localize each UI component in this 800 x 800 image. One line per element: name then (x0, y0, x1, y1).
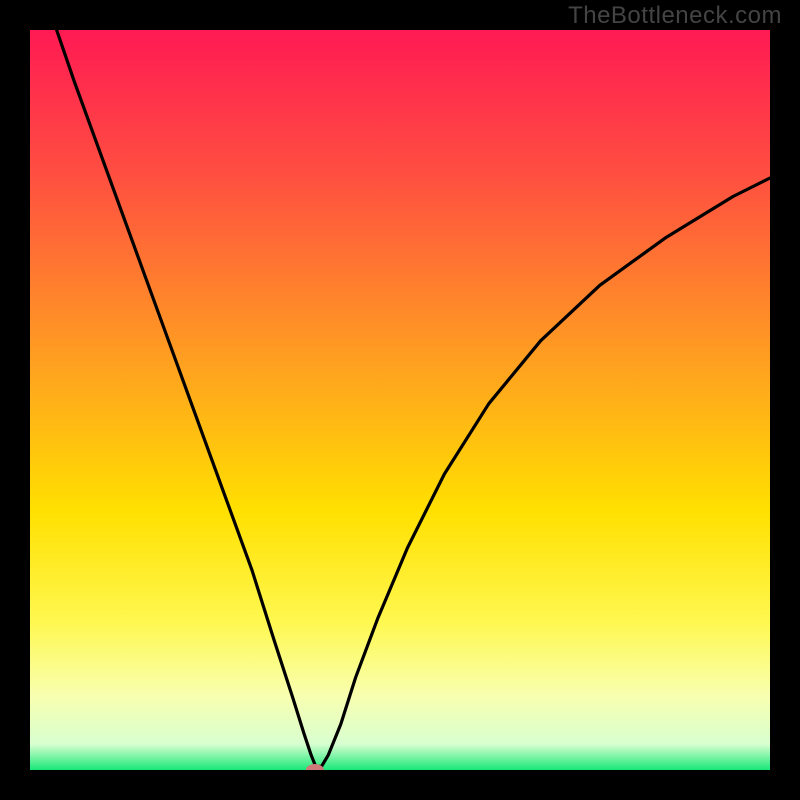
chart-frame: TheBottleneck.com (0, 0, 800, 800)
chart-svg (30, 30, 770, 770)
watermark-text: TheBottleneck.com (568, 2, 782, 30)
gradient-background (30, 30, 770, 770)
plot-area (30, 30, 770, 770)
